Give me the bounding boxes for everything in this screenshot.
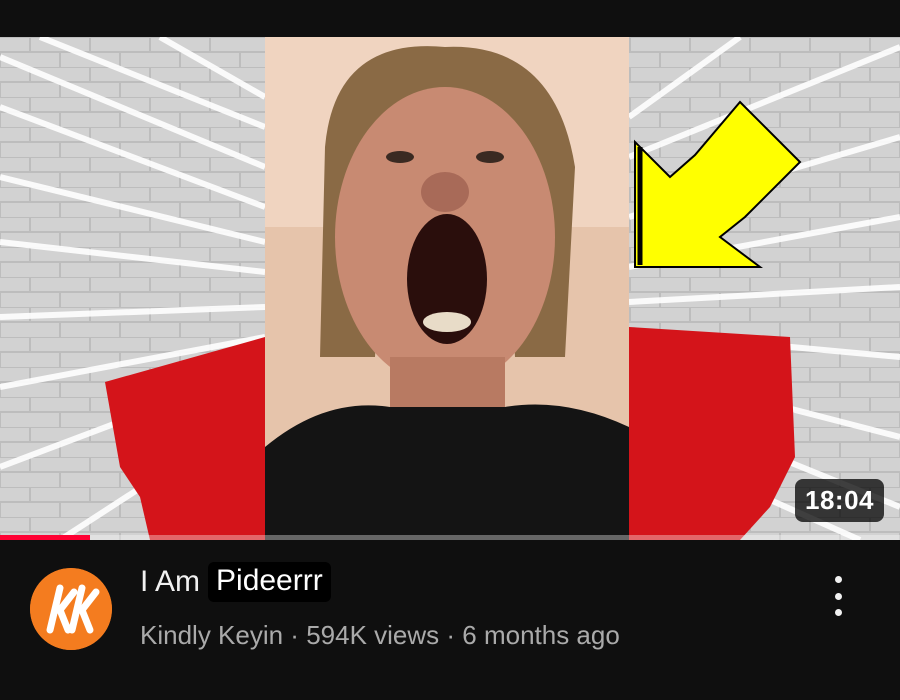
more-dot — [834, 609, 842, 616]
video-feed-screen: 18:04 I Am Pideerrr Kindly Keyin · 594K … — [0, 0, 900, 700]
video-meta-row[interactable]: I Am Pideerrr Kindly Keyin · 594K views … — [0, 540, 900, 700]
video-title-highlight: Pideerrr — [208, 562, 331, 602]
separator: · — [283, 620, 307, 650]
separator: · — [439, 620, 463, 650]
video-title[interactable]: I Am Pideerrr — [140, 562, 331, 602]
video-thumbnail[interactable]: 18:04 — [0, 37, 900, 540]
view-count: 594K views — [306, 620, 440, 650]
video-title-prefix: I Am — [140, 565, 201, 598]
channel-name[interactable]: Kindly Keyin — [140, 620, 283, 650]
more-vert-icon[interactable] — [826, 576, 850, 616]
channel-avatar[interactable] — [30, 568, 112, 650]
kk-logo-icon — [30, 568, 112, 650]
video-subtitle: Kindly Keyin · 594K views · 6 months ago — [140, 620, 620, 651]
more-dot — [834, 576, 842, 583]
screaming-person-photo — [265, 37, 629, 540]
more-dot — [834, 592, 842, 600]
upload-age: 6 months ago — [462, 620, 620, 650]
duration-badge: 18:04 — [795, 479, 884, 522]
